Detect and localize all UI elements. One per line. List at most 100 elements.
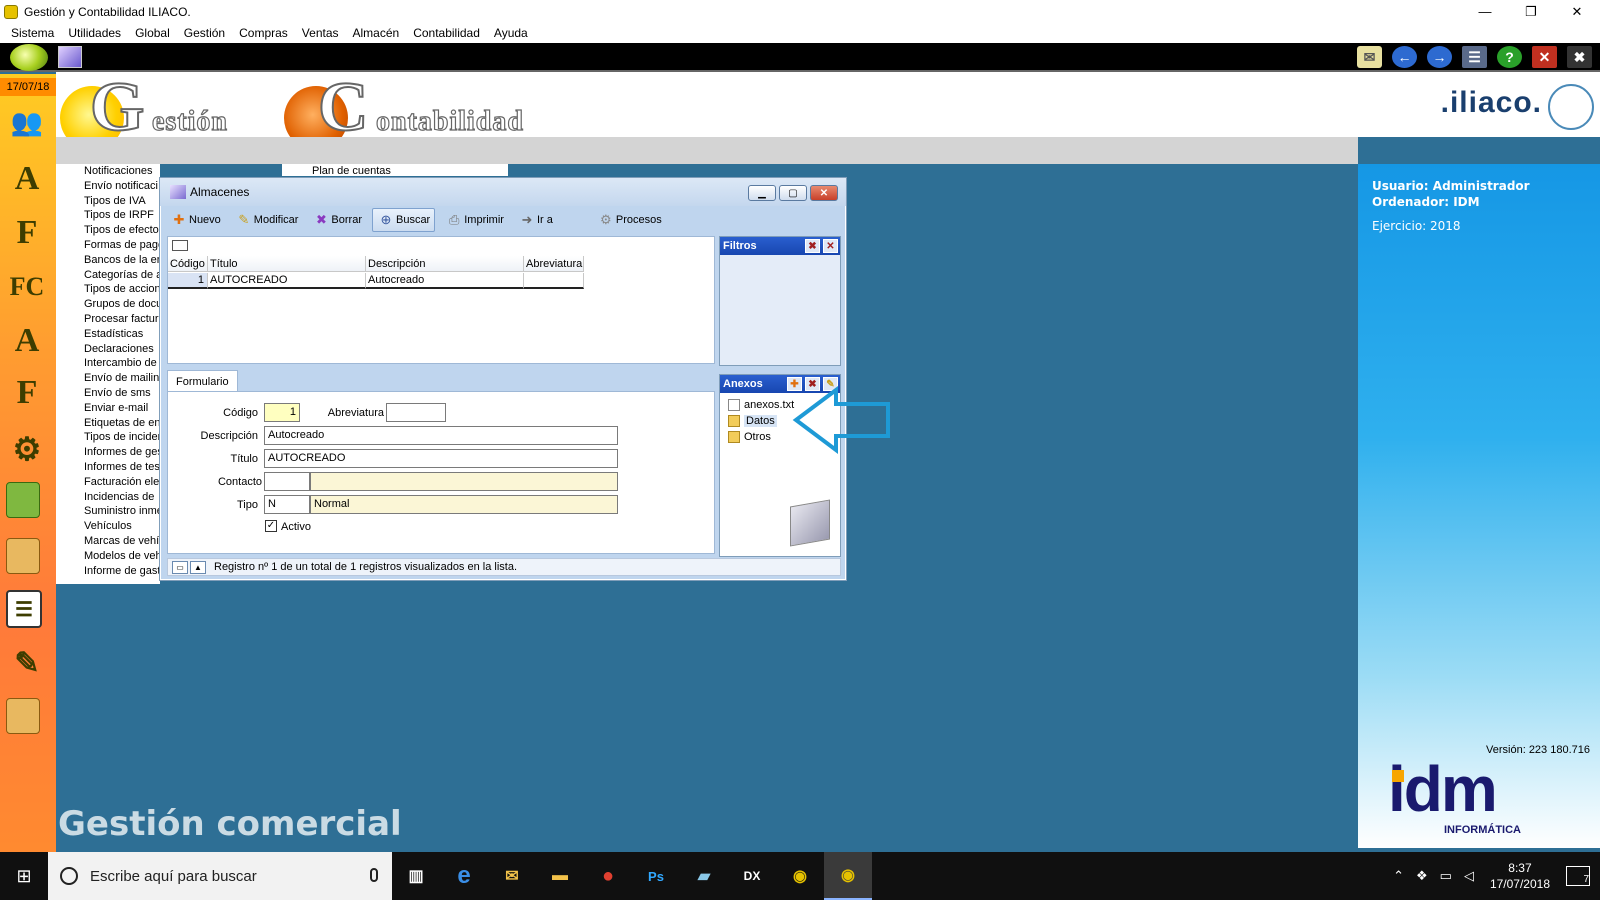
almacenes-title-bar[interactable]: Almacenes ▁ ▢ ✕	[160, 178, 846, 206]
gear-icon[interactable]: ⚙	[6, 428, 48, 470]
filtros-close-icon[interactable]: ✕	[823, 239, 838, 253]
mail-app-icon[interactable]: ✉	[488, 852, 536, 900]
minimize-button[interactable]: —	[1462, 0, 1508, 23]
menu-global[interactable]: Global	[128, 26, 177, 40]
list-item[interactable]: Envío de mailin	[56, 371, 160, 386]
close-button[interactable]: ✕	[1554, 0, 1600, 23]
windows-list-icon[interactable]: ☰	[1462, 46, 1487, 68]
abreviatura-field[interactable]	[386, 403, 446, 422]
list-item[interactable]: Declaraciones	[56, 342, 160, 357]
list-item[interactable]: Tipos de IVA	[56, 194, 160, 209]
list-item[interactable]: Notificaciones	[56, 164, 160, 179]
bag-icon[interactable]	[6, 482, 40, 518]
mail-icon[interactable]: ✉	[1357, 46, 1382, 68]
windows-start-icon[interactable]: ⊞	[0, 852, 48, 900]
dropbox-icon[interactable]: ❖	[1416, 868, 1428, 884]
almacenes-minimize-button[interactable]: ▁	[748, 185, 776, 201]
list-item[interactable]: Tipos de IRPF	[56, 208, 160, 223]
list-item[interactable]: Categorías de a	[56, 268, 160, 283]
procesos-button[interactable]: ⚙ Procesos	[593, 208, 666, 232]
cube-icon[interactable]	[58, 46, 82, 68]
menu-gestion[interactable]: Gestión	[177, 26, 232, 40]
borrar-button[interactable]: ✖ Borrar	[308, 208, 366, 232]
column-header-abreviatura[interactable]: Abreviatura	[524, 256, 584, 272]
list-item[interactable]: Enviar e-mail	[56, 401, 160, 416]
a-icon[interactable]: A	[6, 158, 48, 200]
list-options-icon[interactable]	[172, 240, 188, 251]
volume-icon[interactable]: ◁	[1464, 868, 1474, 884]
filtros-clear-icon[interactable]: ✖	[805, 239, 820, 253]
exit-icon[interactable]: ✖	[1567, 46, 1592, 68]
dx-app-icon[interactable]: DX	[728, 852, 776, 900]
chrome-icon[interactable]: ●	[584, 852, 632, 900]
nuevo-button[interactable]: ✚ Nuevo	[166, 208, 225, 232]
ir-a-button[interactable]: ➜ Ir a	[514, 208, 557, 232]
table-row[interactable]: 1 AUTOCREADO Autocreado	[168, 273, 584, 289]
titulo-field[interactable]: AUTOCREADO	[264, 449, 618, 468]
menu-compras[interactable]: Compras	[232, 26, 295, 40]
status-up-icon[interactable]: ▲	[190, 560, 206, 574]
ledger-icon[interactable]: ☰	[6, 590, 42, 628]
tray-chevron-icon[interactable]: ⌃	[1393, 868, 1404, 884]
list-item[interactable]: Grupos de docu	[56, 297, 160, 312]
menu-ayuda[interactable]: Ayuda	[487, 26, 535, 40]
modificar-button[interactable]: ✎ Modificar	[231, 208, 303, 232]
list-item[interactable]: Intercambio de	[56, 356, 160, 371]
list-item[interactable]: Tipos de efecto	[56, 223, 160, 238]
tab-formulario[interactable]: Formulario	[167, 370, 238, 392]
column-header-titulo[interactable]: Título	[208, 256, 366, 272]
iliaco-active-app-icon[interactable]: ◉	[824, 852, 872, 900]
menu-contabilidad[interactable]: Contabilidad	[406, 26, 487, 40]
imprimir-button[interactable]: ⎙ Imprimir	[441, 208, 508, 232]
list-item[interactable]: Bancos de la en	[56, 253, 160, 268]
list-item[interactable]: Formas de pago	[56, 238, 160, 253]
taskbar-search[interactable]: Escribe aquí para buscar	[48, 852, 392, 900]
restore-button[interactable]: ❐	[1508, 0, 1554, 23]
almacenes-maximize-button[interactable]: ▢	[779, 185, 807, 201]
list-item[interactable]: Tipos de accion	[56, 282, 160, 297]
almacenes-close-button[interactable]: ✕	[810, 185, 838, 201]
list-item[interactable]: Incidencias de	[56, 490, 160, 505]
list-item[interactable]: Envío notificaci	[56, 179, 160, 194]
edge-icon[interactable]: e	[440, 852, 488, 900]
status-list-icon[interactable]: ▭	[172, 560, 188, 574]
file-explorer-icon[interactable]: ▬	[536, 852, 584, 900]
a2-icon[interactable]: A	[6, 320, 48, 362]
buscar-button[interactable]: ⊕ Buscar	[371, 208, 436, 232]
list-item[interactable]: Estadísticas	[56, 327, 160, 342]
menu-almacen[interactable]: Almacén	[346, 26, 407, 40]
list-item[interactable]: Facturación ele	[56, 475, 160, 490]
bag2-icon[interactable]	[6, 538, 40, 574]
pencil-icon[interactable]: ✎	[6, 642, 48, 684]
close-window-icon[interactable]: ✕	[1532, 46, 1557, 68]
list-item[interactable]: Modelos de veh	[56, 549, 160, 564]
network-icon[interactable]: ▭	[1440, 868, 1452, 884]
list-item[interactable]: Informes de tes	[56, 460, 160, 475]
task-view-icon[interactable]: ▥	[392, 852, 440, 900]
help-icon[interactable]: ?	[1497, 46, 1522, 68]
home-orb-icon[interactable]	[10, 44, 48, 71]
list-item[interactable]: Vehículos	[56, 519, 160, 534]
notes-app-icon[interactable]: ▰	[680, 852, 728, 900]
list-item[interactable]: Informe de gast	[56, 564, 160, 579]
column-header-descripcion[interactable]: Descripción	[366, 256, 524, 272]
tipo-code-field[interactable]: N	[264, 495, 310, 514]
iliaco-app-icon[interactable]: ◉	[776, 852, 824, 900]
bag3-icon[interactable]	[6, 698, 40, 734]
menu-sistema[interactable]: Sistema	[4, 26, 61, 40]
plan-cuentas-item[interactable]: Plan de cuentas	[282, 164, 508, 176]
list-item[interactable]: Suministro inme	[56, 504, 160, 519]
forward-icon[interactable]: →	[1427, 46, 1452, 68]
activo-checkbox[interactable]: ✓	[265, 520, 277, 532]
list-item[interactable]: Procesar factura	[56, 312, 160, 327]
notifications-icon[interactable]: 7	[1566, 866, 1590, 886]
list-item[interactable]: Marcas de vehí	[56, 534, 160, 549]
list-item[interactable]: Tipos de inciden	[56, 430, 160, 445]
photoshop-icon[interactable]: Ps	[632, 852, 680, 900]
list-item[interactable]: Informes de ges	[56, 445, 160, 460]
taskbar-clock[interactable]: 8:37 17/07/2018	[1490, 860, 1550, 892]
list-item[interactable]: Etiquetas de en	[56, 416, 160, 431]
codigo-field[interactable]: 1	[264, 403, 300, 422]
back-icon[interactable]: ←	[1392, 46, 1417, 68]
list-item[interactable]: Envío de sms	[56, 386, 160, 401]
